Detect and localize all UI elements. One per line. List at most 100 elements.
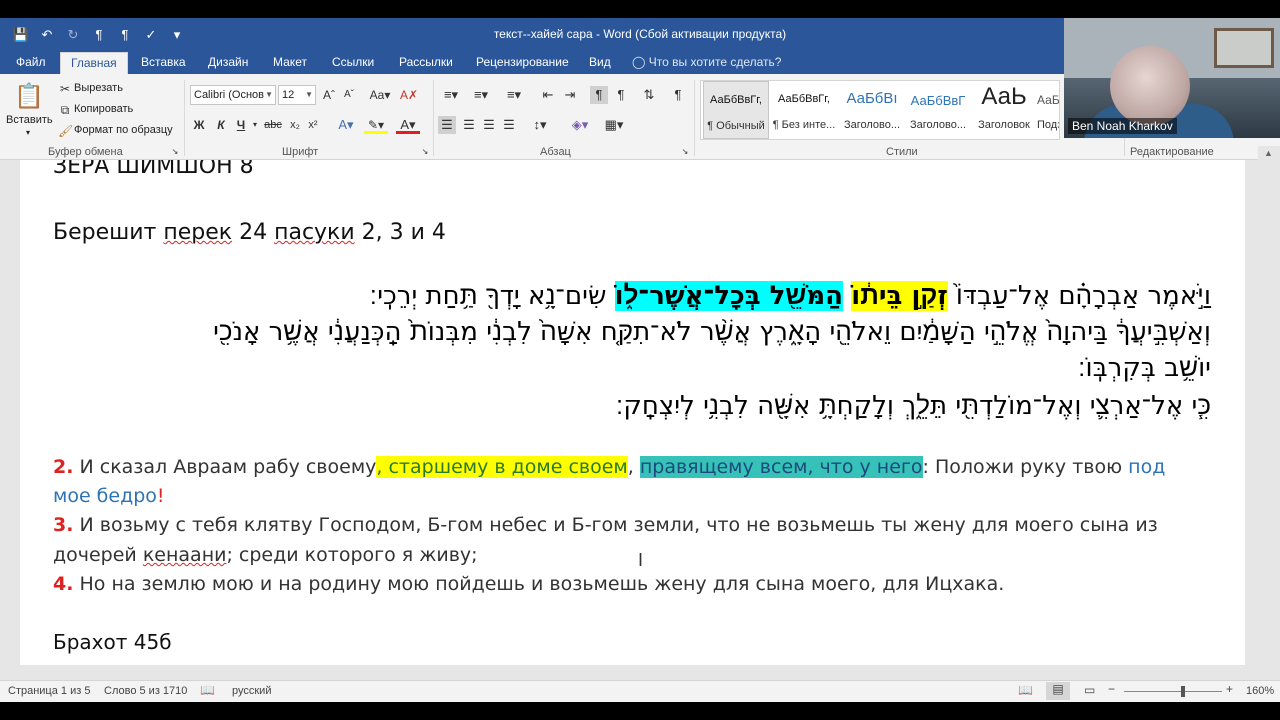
superscript-icon[interactable]: x²: [306, 116, 320, 134]
style-heading-1[interactable]: АаБбВı Заголово...: [839, 81, 905, 139]
separator: [433, 80, 434, 156]
web-layout-icon[interactable]: ▭: [1084, 683, 1095, 697]
paste-icon[interactable]: 📋: [14, 82, 44, 112]
tab-review[interactable]: Рецензирование: [474, 52, 571, 74]
source-text: пасуки: [274, 220, 355, 245]
heading-top: ЗЕРА ШИМШОН 8: [53, 160, 254, 179]
dialog-launcher-icon[interactable]: ↘: [420, 146, 430, 158]
paste-dropdown-icon[interactable]: ▾: [26, 128, 30, 137]
font-name-value: Calibri (Основ: [194, 89, 264, 101]
zoom-slider[interactable]: [1124, 691, 1222, 692]
justify-icon[interactable]: ☰: [500, 116, 518, 134]
increase-indent-icon[interactable]: ⇥: [562, 86, 578, 104]
tab-mailings[interactable]: Рассылки: [397, 52, 455, 74]
style-name: ¶ Обычный: [707, 120, 765, 132]
font-color-icon[interactable]: A▾: [396, 116, 420, 134]
tab-view[interactable]: Вид: [587, 52, 613, 74]
style-title[interactable]: АаЬ Заголовок: [971, 81, 1037, 139]
align-right-icon[interactable]: ☰: [480, 116, 498, 134]
verse-text: !: [156, 485, 165, 507]
decrease-indent-icon[interactable]: ⇤: [540, 86, 556, 104]
show-marks-icon[interactable]: ¶: [670, 86, 686, 104]
hebrew-line-3: יוֹשֵׁ֥ב בְּקִרְבּֽוֹ׃: [1077, 353, 1211, 383]
font-name-combo[interactable]: Calibri (Основ ▼: [190, 85, 276, 105]
sort-icon[interactable]: ⇅: [642, 86, 656, 104]
tell-me-text: Что вы хотите сделать?: [648, 55, 782, 69]
proofing-icon[interactable]: 📖: [200, 683, 215, 697]
separator: [184, 80, 185, 156]
vertical-scrollbar[interactable]: ▲: [1258, 146, 1280, 665]
read-mode-icon[interactable]: 📖: [1018, 683, 1033, 697]
zoom-level[interactable]: 160%: [1246, 685, 1274, 697]
tab-design[interactable]: Дизайн: [206, 52, 250, 74]
scissors-icon[interactable]: ✂: [58, 80, 72, 98]
verse-2-line-1: 2. И сказал Авраам рабу своему, старшему…: [53, 456, 1165, 478]
align-left-icon[interactable]: ☰: [438, 116, 456, 134]
text-effects-icon[interactable]: A▾: [334, 116, 358, 134]
tell-me-box[interactable]: ◯ Что вы хотите сделать?: [632, 52, 781, 74]
highlight-icon[interactable]: ✎▾: [364, 116, 388, 134]
verse-highlight-yellow: , старшему в доме своем: [376, 456, 628, 478]
style-subtitle[interactable]: АаБ Подз: [1037, 81, 1059, 139]
tab-file[interactable]: Файл: [14, 52, 48, 74]
zoom-out-icon[interactable]: −: [1108, 682, 1115, 696]
webcam-video: Ben Noah Kharkov: [1064, 18, 1280, 138]
style-no-spacing[interactable]: АаБбВвГг, ¶ Без инте...: [771, 81, 837, 139]
style-heading-2[interactable]: АаБбВвГ Заголово...: [905, 81, 971, 139]
paste-label[interactable]: Вставить: [6, 114, 53, 126]
tab-insert[interactable]: Вставка: [139, 52, 188, 74]
hebrew-line-4: כִּ֧י אֶל־אַרְצִ֛י וְאֶל־מוֹלַדְתִּ֖י תֵ…: [615, 391, 1211, 421]
font-size-combo[interactable]: 12 ▼: [278, 85, 316, 105]
print-layout-icon[interactable]: ▤: [1046, 682, 1070, 700]
strikethrough-icon[interactable]: abc: [264, 116, 282, 134]
copy-button[interactable]: Копировать: [74, 103, 133, 115]
line-spacing-icon[interactable]: ↕▾: [528, 116, 552, 134]
zoom-slider-thumb[interactable]: [1180, 686, 1185, 697]
style-sample: АаБбВвГг,: [778, 93, 830, 105]
multilevel-list-icon[interactable]: ≡▾: [502, 86, 526, 104]
underline-button[interactable]: Ч: [234, 116, 248, 134]
tab-layout[interactable]: Макет: [271, 52, 309, 74]
page-count[interactable]: Страница 1 из 5: [8, 685, 90, 697]
screen-border-top: [0, 0, 1280, 18]
borders-icon[interactable]: ▦▾: [600, 116, 628, 134]
dialog-launcher-icon[interactable]: ↘: [680, 146, 690, 158]
ltr-direction-icon[interactable]: ¶: [590, 86, 608, 104]
format-painter-icon[interactable]: 🖌: [58, 122, 73, 140]
bullets-icon[interactable]: ≡▾: [440, 86, 462, 104]
cut-button[interactable]: Вырезать: [74, 82, 123, 94]
shrink-font-icon[interactable]: Aˇ: [342, 86, 356, 104]
subscript-icon[interactable]: x₂: [288, 116, 302, 134]
hebrew-text: שִׂים־נָ֥א יָדְךָ֖ תַּ֥חַת יְרֵכִֽי׃: [369, 281, 615, 311]
hebrew-highlight-yellow: זְקַ֣ן בֵּית֔וֹ: [851, 281, 948, 311]
numbering-icon[interactable]: ≡▾: [470, 86, 492, 104]
chevron-down-icon[interactable]: ▾: [250, 116, 260, 134]
rtl-direction-icon[interactable]: ¶: [612, 86, 630, 104]
format-painter-button[interactable]: Формат по образцу: [74, 124, 173, 136]
language-indicator[interactable]: русский: [232, 685, 271, 697]
copy-icon[interactable]: ⧉: [58, 101, 72, 119]
italic-button[interactable]: К: [214, 116, 228, 134]
clear-formatting-icon[interactable]: A✗: [400, 86, 418, 104]
styles-gallery: АаБбВвГг, ¶ Обычный АаБбВвГг, ¶ Без инте…: [700, 80, 1060, 140]
verse-highlight-teal: правящему всем, что у него: [639, 456, 923, 478]
dialog-launcher-icon[interactable]: ↘: [170, 146, 180, 158]
source-line: Берешит перек 24 пасуки 2, 3 и 4: [53, 220, 446, 245]
tab-home[interactable]: Главная: [60, 52, 128, 74]
scroll-up-icon[interactable]: ▲: [1264, 148, 1273, 158]
style-normal[interactable]: АаБбВвГг, ¶ Обычный: [703, 81, 769, 139]
word-count[interactable]: Слово 5 из 1710: [104, 685, 187, 697]
bold-button[interactable]: Ж: [192, 116, 206, 134]
grow-font-icon[interactable]: Aˆ: [322, 86, 336, 104]
group-label-editing: Редактирование: [1130, 146, 1214, 158]
shading-icon[interactable]: ◈▾: [568, 116, 592, 134]
group-label-font: Шрифт: [282, 146, 319, 158]
document-page[interactable]: ЗЕРА ШИМШОН 8 Берешит перек 24 пасуки 2,…: [20, 160, 1245, 665]
zoom-in-icon[interactable]: +: [1226, 682, 1233, 696]
verse-text: ,: [627, 456, 640, 478]
separator: [694, 80, 695, 156]
chevron-down-icon: ▼: [305, 90, 313, 99]
align-center-icon[interactable]: ☰: [460, 116, 478, 134]
tab-references[interactable]: Ссылки: [330, 52, 376, 74]
change-case-icon[interactable]: Aa▾: [368, 86, 392, 104]
